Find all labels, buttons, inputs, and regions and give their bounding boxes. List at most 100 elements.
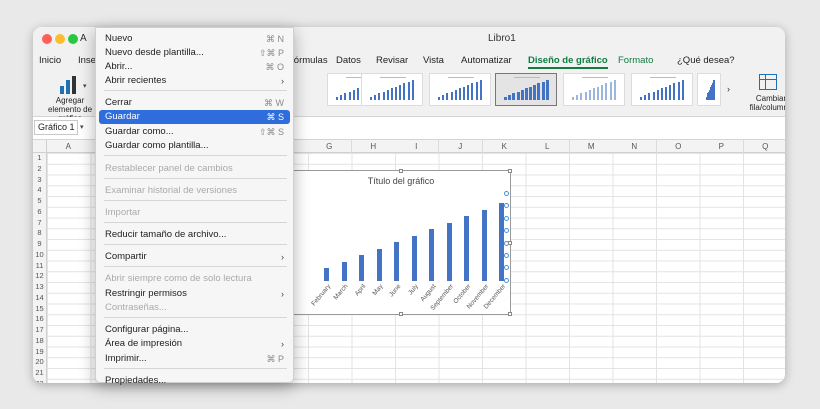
name-box[interactable]: Gráfico 1 bbox=[34, 120, 78, 135]
row-header-18[interactable]: 18 bbox=[33, 335, 47, 347]
column-header-g[interactable]: G bbox=[308, 140, 352, 153]
series-selection-handle[interactable] bbox=[504, 203, 509, 209]
chart-style-4[interactable] bbox=[495, 73, 557, 106]
menu-item-area-de-impresion[interactable]: Área de impresión › bbox=[99, 337, 290, 351]
row-header-16[interactable]: 16 bbox=[33, 314, 47, 325]
row-header-12[interactable]: 12 bbox=[33, 271, 47, 282]
chart-style-5[interactable] bbox=[563, 73, 625, 106]
series-selection-handle[interactable] bbox=[504, 228, 509, 234]
chart-bar[interactable] bbox=[341, 261, 347, 281]
row-header-14[interactable]: 14 bbox=[33, 292, 47, 304]
chart-resize-handle[interactable] bbox=[508, 241, 512, 245]
chart-resize-handle[interactable] bbox=[399, 312, 403, 316]
tab-insertar[interactable]: Inse bbox=[78, 55, 96, 66]
column-header-p[interactable]: P bbox=[700, 140, 744, 153]
row-header-4[interactable]: 4 bbox=[33, 185, 47, 196]
row-header-1[interactable]: 1 bbox=[33, 153, 47, 164]
column-header-o[interactable]: O bbox=[657, 140, 701, 153]
chart-bar[interactable] bbox=[446, 222, 452, 281]
column-header-j[interactable]: J bbox=[439, 140, 483, 153]
series-selection-handle[interactable] bbox=[504, 191, 509, 196]
column-header-i[interactable]: I bbox=[395, 140, 439, 153]
chart-style-3[interactable] bbox=[429, 73, 491, 106]
series-selection-handle[interactable] bbox=[504, 253, 509, 258]
row-header-9[interactable]: 9 bbox=[33, 239, 47, 250]
chart-resize-handle[interactable] bbox=[508, 169, 512, 173]
name-box-dropdown-icon[interactable]: ▾ bbox=[80, 123, 84, 131]
menu-item-restringir-permisos[interactable]: Restringir permisos › bbox=[99, 287, 290, 301]
close-window-button[interactable] bbox=[42, 34, 52, 44]
row-header-17[interactable]: 17 bbox=[33, 325, 47, 336]
chart-bar[interactable] bbox=[394, 242, 399, 281]
menu-item-guardar[interactable]: Guardar ⌘ S bbox=[99, 110, 290, 124]
tab-datos[interactable]: Datos bbox=[336, 55, 361, 66]
zoom-window-button[interactable] bbox=[68, 34, 78, 44]
row-header-5[interactable]: 5 bbox=[33, 196, 47, 207]
row-header-2[interactable]: 2 bbox=[33, 163, 47, 175]
menu-item-abrir-recientes[interactable]: Abrir recientes › bbox=[99, 74, 290, 88]
menu-item-guardar-como[interactable]: Guardar como... ⇧⌘ S bbox=[99, 125, 290, 139]
tab-inicio[interactable]: Inicio bbox=[39, 55, 61, 66]
menu-item-reducir-tamano-de-archivo[interactable]: Reducir tamaño de archivo... bbox=[99, 228, 290, 242]
series-selection-handle[interactable] bbox=[504, 265, 509, 271]
chart-object[interactable]: Título del gráfico February March April May… bbox=[288, 169, 512, 316]
switch-row-column-button[interactable]: Cambiar fila/columna bbox=[749, 72, 785, 114]
add-chart-element-button[interactable]: ▾ Agregar elemento de gráfico bbox=[39, 74, 99, 123]
tab-vista[interactable]: Vista bbox=[423, 55, 444, 66]
menu-shortcut: ⌘ O bbox=[265, 62, 284, 72]
chart-bar[interactable] bbox=[429, 229, 434, 281]
menu-item-compartir[interactable]: Compartir › bbox=[99, 250, 290, 264]
menu-item-nuevo[interactable]: Nuevo ⌘ N bbox=[99, 32, 290, 46]
row-header-6[interactable]: 6 bbox=[33, 206, 47, 218]
menu-item-label: Restringir permisos bbox=[105, 288, 187, 299]
tab-revisar[interactable]: Revisar bbox=[376, 55, 408, 66]
menu-item-guardar-como-plantilla[interactable]: Guardar como plantilla... bbox=[99, 139, 290, 153]
row-header-20[interactable]: 20 bbox=[33, 357, 47, 368]
tell-me-search[interactable]: ¿Qué desea? bbox=[677, 55, 735, 66]
row-header-7[interactable]: 7 bbox=[33, 217, 47, 229]
column-header-k[interactable]: K bbox=[483, 140, 527, 153]
tab-diseno-grafico[interactable]: Diseño de gráfico bbox=[528, 55, 608, 69]
chart-style-7[interactable] bbox=[697, 73, 721, 106]
column-header-l[interactable]: L bbox=[526, 140, 570, 153]
column-header-m[interactable]: M bbox=[570, 140, 614, 153]
chart-style-6[interactable] bbox=[631, 73, 693, 106]
row-header-15[interactable]: 15 bbox=[33, 303, 47, 315]
tab-formato[interactable]: Formato bbox=[618, 55, 653, 66]
row-header-11[interactable]: 11 bbox=[33, 260, 47, 272]
select-all-corner[interactable] bbox=[33, 140, 47, 153]
column-header-h[interactable]: H bbox=[352, 140, 396, 153]
column-header-a[interactable]: A bbox=[47, 140, 91, 153]
chart-resize-handle[interactable] bbox=[399, 169, 403, 173]
series-selection-handle[interactable] bbox=[504, 277, 509, 283]
chart-resize-handle[interactable] bbox=[508, 312, 512, 316]
menu-item-abrir[interactable]: Abrir... ⌘ O bbox=[99, 60, 290, 74]
chart-bar[interactable] bbox=[464, 216, 469, 281]
row-header-21[interactable]: 21 bbox=[33, 368, 47, 379]
menu-item-cerrar[interactable]: Cerrar ⌘ W bbox=[99, 96, 290, 110]
minimize-window-button[interactable] bbox=[55, 34, 65, 44]
row-header-10[interactable]: 10 bbox=[33, 249, 47, 261]
menu-item-nuevo-desde-plantilla[interactable]: Nuevo desde plantilla... ⇧⌘ P bbox=[99, 46, 290, 60]
menu-item-imprimir[interactable]: Imprimir... ⌘ P bbox=[99, 352, 290, 366]
row-header-8[interactable]: 8 bbox=[33, 228, 47, 239]
chart-style-2[interactable] bbox=[361, 73, 423, 106]
chart-bar[interactable] bbox=[481, 209, 487, 281]
chart-bar[interactable] bbox=[411, 235, 417, 281]
row-header-3[interactable]: 3 bbox=[33, 174, 47, 186]
row-header-19[interactable]: 19 bbox=[33, 346, 47, 358]
style-thumb-bar bbox=[541, 81, 545, 100]
chart-title[interactable]: Título del gráfico bbox=[290, 176, 512, 186]
series-selection-handle[interactable] bbox=[504, 215, 509, 221]
menu-item-configurar-pagina[interactable]: Configurar página... bbox=[99, 323, 290, 337]
gallery-next-icon[interactable]: › bbox=[727, 84, 730, 94]
menu-item-propiedades[interactable]: Propiedades... bbox=[99, 374, 290, 388]
column-header-n[interactable]: N bbox=[613, 140, 657, 153]
tab-automatizar[interactable]: Automatizar bbox=[461, 55, 512, 66]
column-header-q[interactable]: Q bbox=[744, 140, 785, 153]
chart-bar[interactable] bbox=[359, 255, 364, 281]
row-header-22[interactable]: 22 bbox=[33, 378, 47, 383]
row-header-13[interactable]: 13 bbox=[33, 282, 47, 293]
chart-bar[interactable] bbox=[376, 248, 382, 281]
chart-bar[interactable] bbox=[324, 268, 329, 281]
